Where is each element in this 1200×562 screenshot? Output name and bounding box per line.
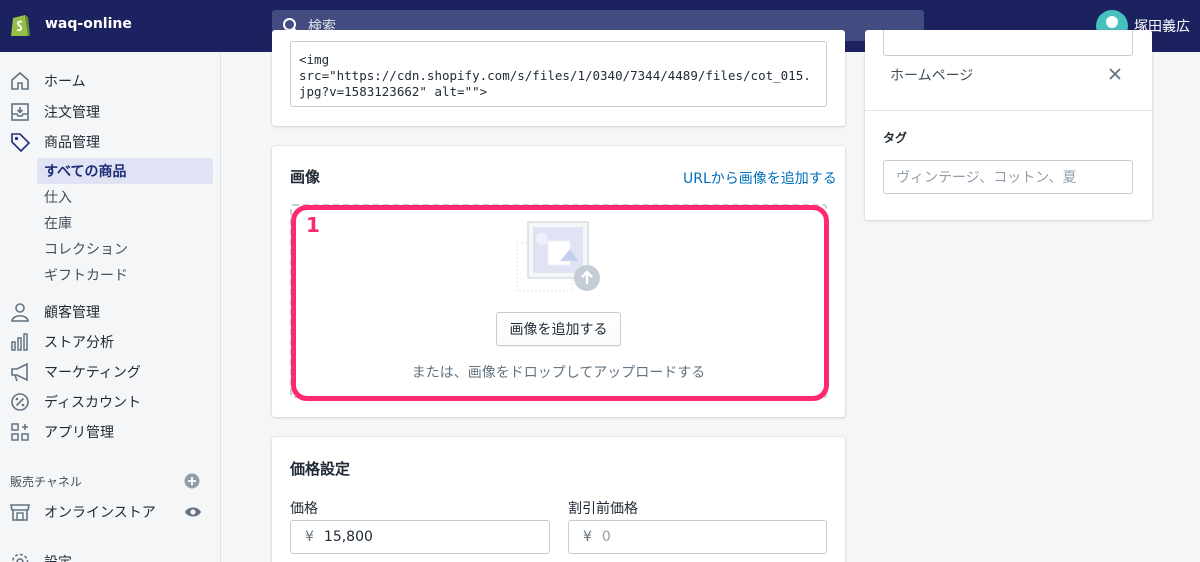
sidebar-subitem-label: 仕入 <box>44 190 72 206</box>
compare-at-price-label: 割引前価格 <box>568 501 638 517</box>
store-name[interactable]: waq-online <box>45 16 132 32</box>
sidebar-subitem-label: コレクション <box>44 242 128 258</box>
sidebar-item-label: 顧客管理 <box>44 305 100 321</box>
compare-at-price-placeholder: 0 <box>601 529 611 545</box>
shopify-logo-icon[interactable] <box>9 12 31 38</box>
home-icon <box>11 71 29 90</box>
sidebar-subitem-label: すべての商品 <box>44 164 127 180</box>
sidebar-item-analytics[interactable]: ストア分析 <box>0 328 220 356</box>
sidebar-item-customers[interactable]: 顧客管理 <box>0 298 220 326</box>
sidebar-item-orders[interactable]: 注文管理 <box>0 98 220 126</box>
sidebar-subitem-purchasing[interactable]: 仕入 <box>37 184 213 210</box>
price-value: 15,800 <box>323 529 373 545</box>
sidebar-item-discounts[interactable]: ディスカウント <box>0 388 220 416</box>
sidebar-subitem-all-products[interactable]: すべての商品 <box>37 158 213 184</box>
tags-input[interactable]: ヴィンテージ、コットン、夏 <box>883 160 1133 194</box>
eye-icon[interactable] <box>184 505 202 519</box>
tag-icon <box>11 133 31 153</box>
sidebar-item-apps[interactable]: アプリ管理 <box>0 418 220 446</box>
divider <box>865 110 1152 111</box>
add-channel-icon[interactable] <box>184 473 200 489</box>
sidebar-item-label: マーケティング <box>44 365 141 381</box>
sidebar-item-label: アプリ管理 <box>44 425 114 441</box>
inbox-icon <box>11 103 29 121</box>
sidebar-subitem-gift-cards[interactable]: ギフトカード <box>37 262 213 288</box>
compare-at-price-input[interactable]: ¥ 0 <box>568 520 827 554</box>
sidebar-item-label: ストア分析 <box>44 335 114 351</box>
sidebar-item-label: 商品管理 <box>44 135 100 151</box>
price-input[interactable]: ¥ 15,800 <box>290 520 550 554</box>
channel-select[interactable] <box>883 30 1133 56</box>
sidebar-item-marketing[interactable]: マーケティング <box>0 358 220 386</box>
currency-symbol: ¥ <box>305 529 314 545</box>
sidebar-item-products[interactable]: 商品管理 <box>0 128 220 156</box>
sidebar-subitem-label: ギフトカード <box>44 268 128 284</box>
tags-label: タグ <box>883 131 908 145</box>
sidebar-item-label: ディスカウント <box>44 395 142 411</box>
images-card-title: 画像 <box>290 168 321 186</box>
description-html-editor[interactable]: <img src="https://cdn.shopify.com/s/file… <box>290 41 827 107</box>
megaphone-icon <box>11 362 28 382</box>
annotation-highlight-box <box>291 205 829 401</box>
sidebar-item-home[interactable]: ホーム <box>0 67 220 95</box>
close-icon[interactable] <box>1108 67 1122 81</box>
sidebar-item-settings[interactable]: 設定 <box>0 548 220 562</box>
currency-symbol: ¥ <box>583 529 592 545</box>
sidebar-item-label: 設定 <box>44 552 72 562</box>
customer-icon <box>11 303 29 322</box>
sidebar-item-label: ホーム <box>44 74 86 90</box>
apps-icon <box>11 423 29 441</box>
sidebar-subitem-collections[interactable]: コレクション <box>37 236 213 262</box>
sidebar-subitem-inventory[interactable]: 在庫 <box>37 210 213 236</box>
sidebar-subitem-label: 在庫 <box>44 216 72 232</box>
sales-channels-title: 販売チャネル <box>10 475 82 489</box>
sidebar-item-label: オンラインストア <box>44 505 156 521</box>
price-label: 価格 <box>290 501 318 517</box>
sidebar-item-label: 注文管理 <box>44 105 100 121</box>
pricing-card-title: 価格設定 <box>290 460 351 478</box>
gear-icon <box>11 553 29 562</box>
analytics-icon <box>11 333 28 351</box>
sidebar: ホーム 注文管理 商品管理 すべての商品 仕入 在庫 コレクション ギフトカード… <box>0 52 221 562</box>
channel-chip-home-page: ホームページ <box>890 68 974 84</box>
store-icon <box>10 504 30 521</box>
add-image-from-url-link[interactable]: URLから画像を追加する <box>683 168 837 188</box>
discount-icon <box>11 393 29 411</box>
tags-placeholder: ヴィンテージ、コットン、夏 <box>896 170 1077 186</box>
annotation-number: 1 <box>306 213 320 237</box>
